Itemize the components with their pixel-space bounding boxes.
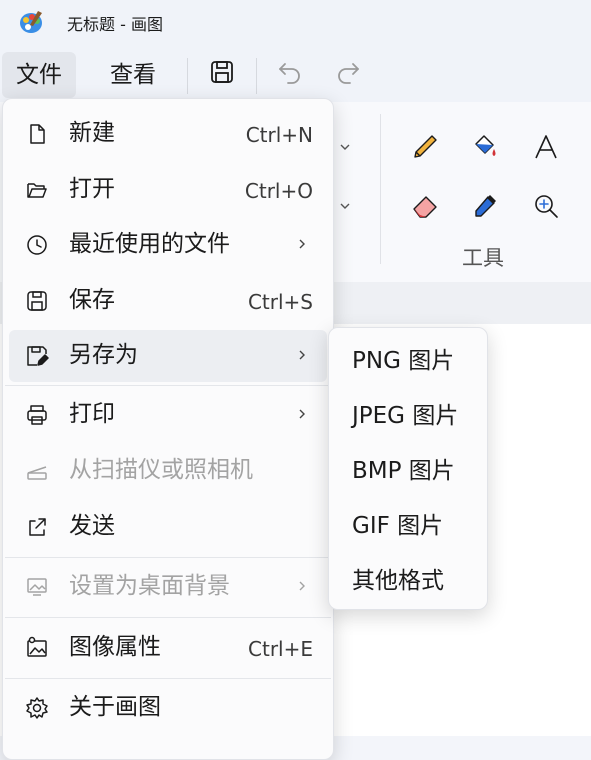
save-icon[interactable] <box>208 58 236 86</box>
undo-icon[interactable] <box>276 58 304 86</box>
submenu-item-label: PNG 图片 <box>352 348 455 374</box>
submenu-item-label: JPEG 图片 <box>352 403 459 429</box>
save-icon <box>25 289 49 313</box>
toolbar-separator <box>187 58 188 94</box>
wallpaper-icon <box>25 575 49 599</box>
window-title: 无标题 - 画图 <box>67 15 163 34</box>
color-picker-icon[interactable] <box>470 191 500 221</box>
chevron-right-icon <box>295 237 309 251</box>
save-as-jpeg[interactable]: JPEG 图片 <box>335 391 481 441</box>
chevron-down-icon[interactable] <box>338 199 352 213</box>
menu-item-label: 保存 <box>69 287 115 313</box>
save-as-png[interactable]: PNG 图片 <box>335 336 481 386</box>
menu-item-scanner: 从扫描仪或照相机 <box>9 445 327 497</box>
shortcut-label: Ctrl+O <box>244 179 313 203</box>
new-file-icon <box>25 122 49 146</box>
magnifier-icon[interactable] <box>531 191 561 221</box>
save-as-gif[interactable]: GIF 图片 <box>335 501 481 551</box>
title-bar: 无标题 - 画图 <box>0 0 591 44</box>
menu-item-label: 图像属性 <box>69 634 161 660</box>
menu-separator <box>5 617 331 618</box>
menu-separator <box>5 557 331 558</box>
paint-app-icon <box>18 9 44 35</box>
menu-item-label: 从扫描仪或照相机 <box>69 457 253 483</box>
save-as-icon <box>25 344 49 368</box>
shortcut-label: Ctrl+S <box>247 290 313 314</box>
fill-bucket-icon[interactable] <box>470 132 500 162</box>
menu-separator <box>5 385 331 386</box>
menu-item-about[interactable]: 关于画图 <box>9 682 327 734</box>
chevron-down-icon[interactable] <box>338 140 352 154</box>
tools-group-label: 工具 <box>462 246 504 270</box>
submenu-item-label: 其他格式 <box>352 568 444 594</box>
menu-item-label: 设置为桌面背景 <box>69 573 230 599</box>
menu-item-recent[interactable]: 最近使用的文件 <box>9 219 327 271</box>
menu-item-save[interactable]: 保存 Ctrl+S <box>9 275 327 327</box>
menu-item-save-as[interactable]: 另存为 <box>9 330 327 382</box>
menu-item-label: 发送 <box>69 513 115 539</box>
toolbar-separator <box>256 58 257 94</box>
menu-item-new[interactable]: 新建 Ctrl+N <box>9 108 327 160</box>
menu-item-send[interactable]: 发送 <box>9 501 327 553</box>
gear-icon <box>25 696 49 720</box>
share-icon <box>25 515 49 539</box>
menu-separator <box>5 678 331 679</box>
menu-item-label: 另存为 <box>69 342 138 368</box>
menu-bar: 文件 查看 <box>0 44 591 102</box>
clock-icon <box>25 233 49 257</box>
chevron-right-icon <box>295 407 309 421</box>
menu-item-label: 关于画图 <box>69 694 161 720</box>
scanner-icon <box>25 459 49 483</box>
save-as-other-formats[interactable]: 其他格式 <box>335 556 481 606</box>
menu-item-print[interactable]: 打印 <box>9 389 327 441</box>
submenu-item-label: BMP 图片 <box>352 458 455 484</box>
redo-icon[interactable] <box>334 58 362 86</box>
file-menu-button[interactable]: 文件 <box>2 52 76 98</box>
menu-item-image-properties[interactable]: 图像属性 Ctrl+E <box>9 622 327 674</box>
printer-icon <box>25 403 49 427</box>
menu-item-set-wallpaper: 设置为桌面背景 <box>9 561 327 613</box>
text-icon[interactable] <box>531 132 561 162</box>
chevron-right-icon <box>295 579 309 593</box>
save-as-bmp[interactable]: BMP 图片 <box>335 446 481 496</box>
pencil-icon[interactable] <box>410 132 440 162</box>
menu-item-label: 打开 <box>69 176 115 202</box>
chevron-right-icon <box>295 348 309 362</box>
menu-item-label: 最近使用的文件 <box>69 231 230 257</box>
menu-item-label: 新建 <box>69 120 115 146</box>
view-menu-button[interactable]: 查看 <box>96 52 170 98</box>
menu-item-open[interactable]: 打开 Ctrl+O <box>9 164 327 216</box>
file-menu-dropdown: 新建 Ctrl+N 打开 Ctrl+O 最近使用的文件 保存 Ctrl+S 另存… <box>2 98 334 760</box>
submenu-item-label: GIF 图片 <box>352 513 444 539</box>
shortcut-label: Ctrl+N <box>245 123 313 147</box>
ribbon-separator <box>380 114 381 264</box>
image-properties-icon <box>25 636 49 660</box>
menu-item-label: 打印 <box>69 401 115 427</box>
eraser-icon[interactable] <box>410 191 440 221</box>
shortcut-label: Ctrl+E <box>248 637 313 661</box>
save-as-submenu: PNG 图片 JPEG 图片 BMP 图片 GIF 图片 其他格式 <box>328 327 488 610</box>
open-folder-icon <box>25 178 49 202</box>
